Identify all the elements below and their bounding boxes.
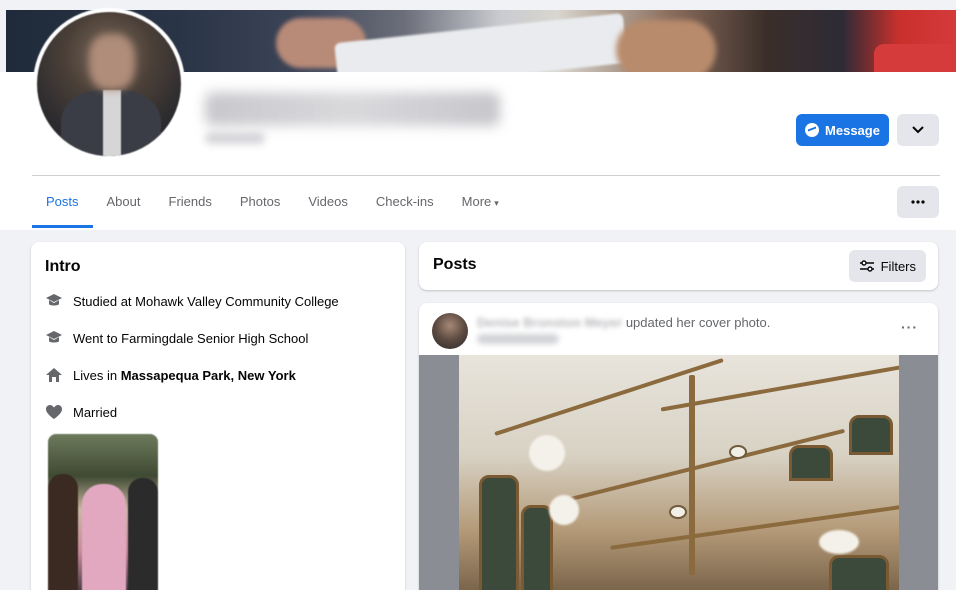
trolley-window [479, 475, 519, 590]
intro-item-education: Studied at Mohawk Valley Community Colle… [45, 292, 339, 310]
home-icon [45, 366, 63, 384]
tab-about[interactable]: About [93, 184, 155, 228]
post-action-text: updated her cover photo. [622, 315, 771, 330]
ceiling-rib [689, 375, 695, 575]
cover-photo-detail [874, 44, 956, 72]
post-card: Denise Bronston Meyer updated her cover … [419, 303, 938, 590]
intro-item-text: Lives in Massapequa Park, New York [73, 368, 296, 383]
chevron-down-icon [912, 126, 924, 134]
trolley-window [849, 415, 893, 455]
messenger-icon [805, 123, 820, 137]
filters-label: Filters [880, 258, 916, 274]
tab-posts[interactable]: Posts [32, 184, 93, 228]
tab-label: About [106, 194, 141, 209]
profile-name-redacted [205, 92, 500, 126]
graduation-cap-icon [45, 329, 63, 347]
ellipsis-icon [911, 200, 925, 204]
intro-item-highschool: Went to Farmingdale Senior High School [45, 329, 308, 347]
profile-subtitle-redacted [205, 132, 265, 144]
posts-header: Posts Filters [419, 242, 938, 290]
tab-label: Photos [239, 194, 281, 209]
message-button-label: Message [825, 122, 880, 138]
featured-photo[interactable] [48, 434, 158, 590]
graduation-cap-icon [45, 292, 63, 310]
trolley-interior-photo [459, 355, 899, 590]
profile-more-button[interactable] [897, 186, 939, 218]
flower-decoration [819, 530, 859, 554]
profile-avatar[interactable] [33, 8, 185, 160]
intro-item-text: Went to Farmingdale Senior High School [73, 330, 309, 346]
flower-decoration [549, 495, 579, 525]
tab-friends[interactable]: Friends [155, 184, 226, 228]
tab-label: Friends [168, 194, 212, 209]
tab-more[interactable]: More ▾ [448, 184, 513, 228]
tab-label: More [461, 194, 492, 209]
tab-label: Videos [308, 194, 348, 209]
tab-photos[interactable]: Photos [226, 184, 294, 228]
flower-decoration [529, 435, 565, 471]
header-divider [32, 175, 940, 176]
trolley-window [829, 555, 889, 590]
trolley-window [521, 505, 553, 590]
posts-title: Posts [433, 256, 477, 273]
cover-photo-detail [616, 20, 716, 72]
post-more-button[interactable]: ··· [901, 319, 918, 335]
caret-down-icon: ▾ [494, 198, 499, 208]
ceiling-lamp [729, 445, 747, 459]
heart-icon [45, 403, 63, 421]
post-author-name[interactable]: Denise Bronston Meyer [477, 315, 622, 330]
post-timestamp-redacted[interactable] [477, 334, 559, 344]
filters-button[interactable]: Filters [848, 250, 926, 282]
message-button[interactable]: Message [796, 114, 889, 146]
profile-tabs: Posts About Friends Photos Videos Check-… [32, 184, 513, 228]
intro-item-prefix: Lives in [73, 367, 121, 383]
avatar-face-redacted [89, 34, 135, 90]
ceiling-lamp [669, 505, 687, 519]
post-author-avatar[interactable] [432, 313, 468, 349]
intro-item-location: Lives in Massapequa Park, New York [45, 366, 296, 384]
profile-dropdown-button[interactable] [897, 114, 939, 146]
tab-check-ins[interactable]: Check-ins [362, 184, 448, 228]
photo-detail [82, 484, 126, 590]
tab-label: Posts [46, 194, 79, 209]
sliders-icon [859, 260, 874, 272]
avatar-detail [103, 90, 121, 156]
post-author-line: Denise Bronston Meyer updated her cover … [477, 315, 770, 330]
tab-videos[interactable]: Videos [294, 184, 362, 228]
intro-item-relationship: Married [45, 403, 117, 421]
tab-label: Check-ins [375, 194, 434, 209]
intro-item-text: Married [73, 404, 118, 420]
trolley-window [789, 445, 833, 481]
intro-item-text: Studied at Mohawk Valley Community Colle… [73, 293, 339, 309]
post-cover-photo[interactable] [419, 355, 938, 590]
photo-detail [48, 474, 78, 590]
intro-title: Intro [45, 258, 81, 275]
cover-photo-detail [334, 12, 628, 72]
intro-card: Intro Studied at Mohawk Valley Community… [31, 242, 405, 590]
intro-item-location-link[interactable]: Massapequa Park, New York [121, 368, 296, 383]
photo-detail [128, 478, 158, 590]
